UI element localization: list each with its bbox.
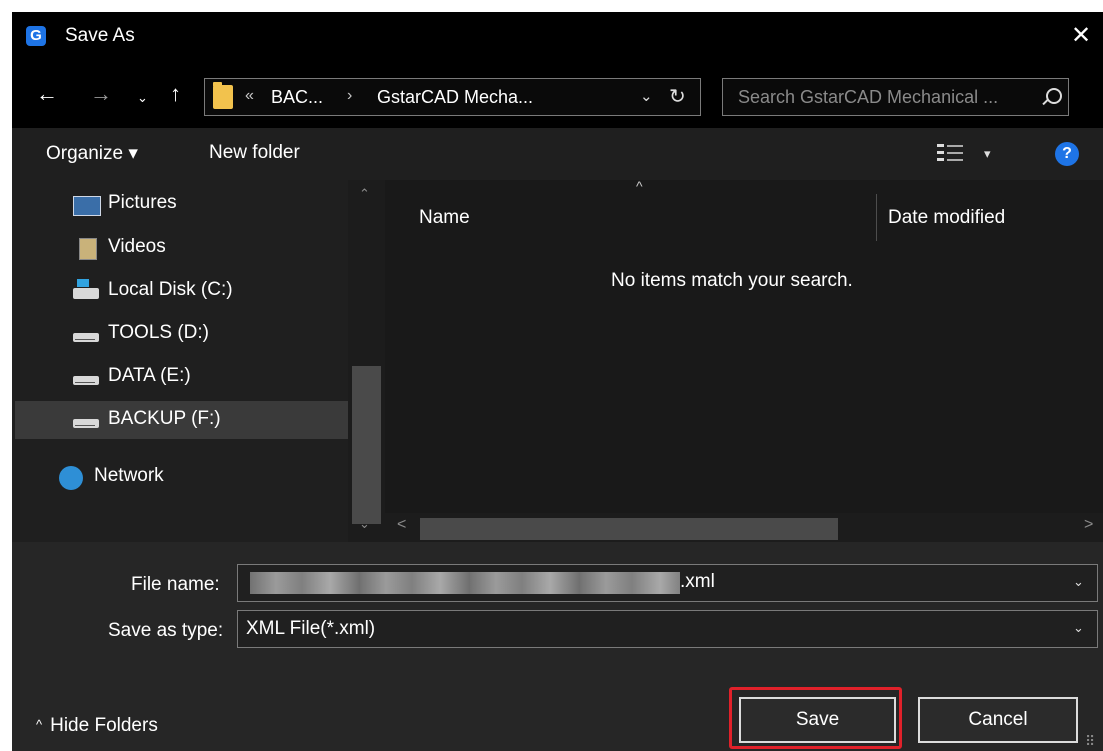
refresh-icon[interactable]: ↻: [669, 84, 686, 109]
view-dropdown-icon[interactable]: ▾: [984, 146, 991, 162]
sidebar-item-label: Network: [94, 465, 164, 486]
sort-caret-icon: ^: [636, 178, 643, 194]
column-header-name[interactable]: Name: [419, 207, 470, 229]
new-folder-button[interactable]: New folder: [209, 142, 300, 164]
sidebar-item-backup-f[interactable]: BACKUP (F:): [15, 401, 348, 439]
search-placeholder[interactable]: Search GstarCAD Mechanical ...: [738, 87, 998, 108]
folder-icon: [213, 82, 233, 109]
column-header-date-modified[interactable]: Date modified: [888, 207, 1005, 229]
title-bar: G Save As ✕: [12, 12, 1103, 62]
save-form: File name: .xml ⌄ Save as type: XML File…: [12, 542, 1103, 751]
scrollbar-thumb[interactable]: [352, 366, 381, 524]
breadcrumb-separator-icon[interactable]: ›: [347, 87, 352, 105]
address-dropdown-icon[interactable]: ⌄: [640, 87, 653, 105]
scroll-right-icon[interactable]: >: [1084, 516, 1093, 534]
redacted-file-name: [250, 572, 680, 594]
drive-icon: [73, 419, 99, 428]
save-button[interactable]: Save: [739, 697, 896, 743]
videos-icon: [79, 238, 97, 260]
column-divider[interactable]: [876, 194, 877, 241]
sidebar-item-label: Local Disk (C:): [108, 279, 233, 300]
horizontal-scrollbar[interactable]: < >: [385, 513, 1103, 542]
scroll-up-icon[interactable]: ⌃: [359, 186, 370, 202]
chevron-down-icon[interactable]: ⌄: [1073, 574, 1084, 590]
help-icon[interactable]: ?: [1055, 142, 1079, 166]
sidebar-item-label: DATA (E:): [108, 365, 191, 386]
save-as-type-label: Save as type:: [108, 620, 224, 641]
address-bar[interactable]: « BAC... › GstarCAD Mecha... ⌄ ↻: [204, 78, 701, 116]
app-icon: G: [26, 26, 46, 46]
drive-icon: [73, 376, 99, 385]
chevron-down-icon[interactable]: ⌄: [1073, 620, 1084, 636]
sidebar-item-label: TOOLS (D:): [108, 322, 209, 343]
back-arrow-icon[interactable]: ←: [36, 80, 58, 108]
file-name-extension: .xml: [680, 571, 715, 592]
save-as-type-select[interactable]: XML File(*.xml) ⌄: [237, 610, 1098, 648]
search-icon[interactable]: [1046, 88, 1062, 104]
pictures-icon: [73, 196, 101, 216]
sidebar-item-pictures[interactable]: Pictures: [15, 185, 348, 223]
scroll-down-icon[interactable]: ⌄: [359, 516, 370, 532]
sidebar-item-label: BACKUP (F:): [108, 408, 221, 429]
organize-menu-button[interactable]: Organize ▾: [46, 142, 138, 165]
local-disk-icon: [73, 279, 99, 299]
sidebar-item-videos[interactable]: Videos: [15, 229, 348, 267]
empty-message: No items match your search.: [611, 270, 853, 291]
recent-locations-chevron-icon[interactable]: ⌄: [137, 84, 148, 112]
network-icon: [59, 466, 83, 490]
sidebar-item-label: Pictures: [108, 192, 177, 213]
breadcrumb-current-folder[interactable]: GstarCAD Mecha...: [377, 87, 533, 108]
forward-arrow-icon[interactable]: →: [90, 80, 112, 108]
sidebar-item-local-disk-c[interactable]: Local Disk (C:): [15, 272, 348, 310]
sidebar-item-label: Videos: [108, 236, 166, 257]
navigation-bar: ← → ⌄ ↑ « BAC... › GstarCAD Mecha... ⌄ ↻…: [12, 62, 1103, 128]
dialog-title: Save As: [65, 25, 135, 46]
scrollbar-thumb[interactable]: [420, 518, 838, 540]
cancel-button[interactable]: Cancel: [918, 697, 1078, 743]
file-list-pane: ^ Name Date modified No items match your…: [385, 178, 1103, 542]
sidebar-item-data-e[interactable]: DATA (E:): [15, 358, 348, 396]
file-name-field[interactable]: .xml ⌄: [237, 564, 1098, 602]
scroll-left-icon[interactable]: <: [397, 516, 406, 534]
file-name-label: File name:: [131, 574, 220, 595]
sidebar-item-network[interactable]: Network: [15, 458, 348, 496]
save-as-dialog: G Save As ✕ ← → ⌄ ↑ « BAC... › GstarCAD …: [12, 12, 1103, 751]
navigation-pane: Pictures Videos Local Disk (C:) TOOLS (D…: [12, 180, 385, 542]
breadcrumb-backup[interactable]: BAC...: [271, 87, 323, 108]
up-arrow-icon[interactable]: ↑: [170, 80, 181, 108]
command-bar: Organize ▾ New folder ▾ ?: [12, 128, 1103, 180]
view-options-icon[interactable]: [937, 144, 963, 162]
hide-folders-button[interactable]: ^ Hide Folders: [36, 715, 158, 737]
sidebar-item-tools-d[interactable]: TOOLS (D:): [15, 315, 348, 353]
close-icon[interactable]: ✕: [1064, 20, 1098, 52]
sidebar-scrollbar[interactable]: ⌃ ⌄: [348, 180, 385, 542]
overflow-chevron-icon[interactable]: «: [245, 87, 254, 105]
drive-icon: [73, 333, 99, 342]
chevron-up-icon: ^: [36, 717, 43, 732]
search-box[interactable]: Search GstarCAD Mechanical ...: [722, 78, 1069, 116]
hide-folders-label: Hide Folders: [50, 715, 158, 736]
save-as-type-value: XML File(*.xml): [246, 618, 376, 639]
resize-grip-icon[interactable]: ⠿: [1085, 733, 1095, 750]
